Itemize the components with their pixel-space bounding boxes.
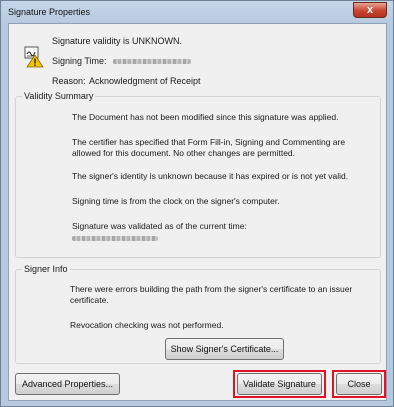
close-icon[interactable]: x (353, 2, 387, 18)
signer-path-error-line2: certificate. (70, 295, 109, 305)
summary-signing-clock: Signing time is from the clock on the si… (72, 196, 280, 206)
signing-time-label: Signing Time: (52, 56, 107, 66)
validate-signature-button[interactable]: Validate Signature (237, 373, 322, 395)
show-signer-certificate-button[interactable]: Show Signer's Certificate... (165, 338, 284, 360)
advanced-properties-button[interactable]: Advanced Properties... (15, 373, 120, 395)
title-bar[interactable]: Signature Properties x (1, 1, 393, 23)
summary-not-modified: The Document has not been modified since… (72, 112, 339, 122)
dialog-body: Signature validity is UNKNOWN. Signing T… (8, 23, 387, 401)
validity-summary-group: Validity Summary The Document has not be… (15, 91, 381, 258)
summary-certifier-line2: allowed for this document. No other chan… (72, 148, 296, 158)
close-button[interactable]: Close (336, 373, 382, 395)
window-title: Signature Properties (8, 7, 91, 17)
signature-validity-status: Signature validity is UNKNOWN. (52, 36, 183, 46)
summary-validated-time: Signature was validated as of the curren… (72, 221, 247, 231)
summary-identity-unknown: The signer's identity is unknown because… (72, 171, 349, 181)
summary-certifier-line1: The certifier has specified that Form Fi… (72, 137, 346, 147)
signer-path-error-line1: There were errors building the path from… (70, 284, 353, 294)
reason-value: Acknowledgment of Receipt (89, 76, 201, 86)
signature-properties-dialog: Signature Properties x Signature validit… (0, 0, 394, 407)
validity-summary-label: Validity Summary (22, 91, 96, 101)
signer-info-label: Signer Info (22, 264, 70, 274)
reason-label: Reason: (52, 76, 86, 86)
revocation-status: Revocation checking was not performed. (70, 320, 224, 330)
signing-time-redacted (113, 59, 191, 64)
signature-warning-icon (24, 46, 44, 68)
validated-time-redacted (72, 236, 158, 241)
signer-info-group: Signer Info There were errors building t… (15, 264, 381, 364)
